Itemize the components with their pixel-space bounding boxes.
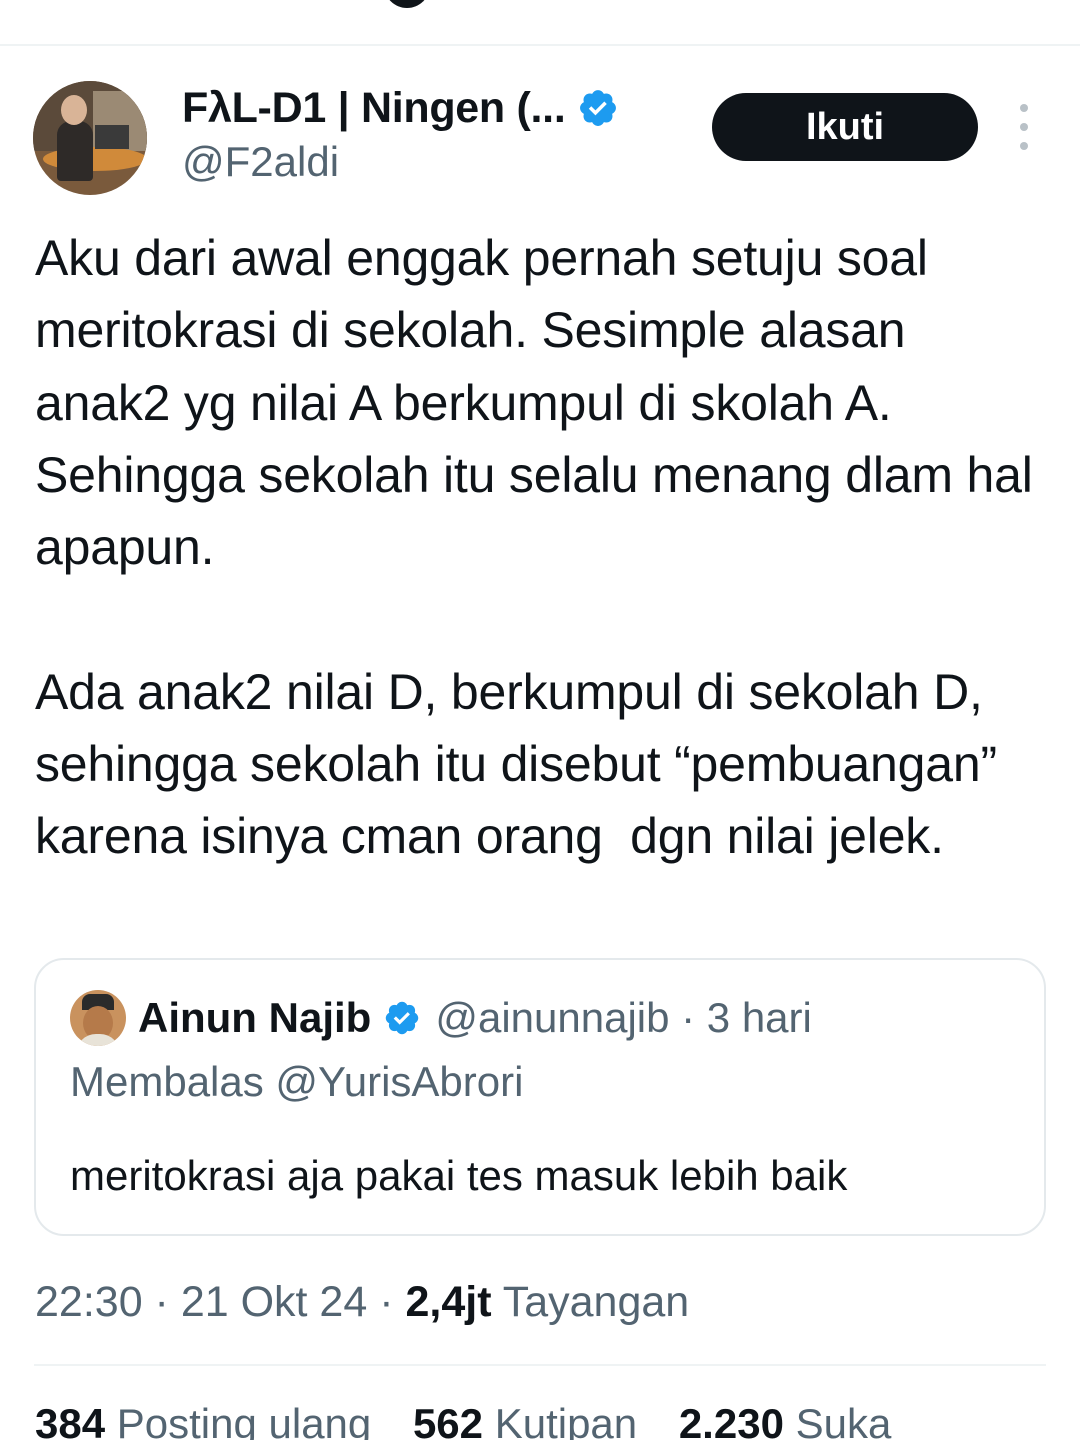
- quoted-author-name: Ainun Najib: [138, 994, 372, 1041]
- likes-label: Suka: [795, 1400, 892, 1440]
- quoted-reply-context: Membalas @YurisAbrori: [70, 1058, 524, 1105]
- follow-button[interactable]: Ikuti: [712, 93, 978, 161]
- quoted-tweet-card[interactable]: Ainun Najib @ainunnajib · 3 hari Membala…: [34, 958, 1046, 1236]
- tweet-meta: 22:30 · 21 Okt 24 · 2,4jt Tayangan: [35, 1278, 689, 1327]
- author-avatar[interactable]: [33, 81, 147, 195]
- reposts-stat[interactable]: 384 Posting ulang: [35, 1400, 371, 1440]
- header-divider: [0, 0, 1080, 46]
- tweet-author-row: FλL-D1 | Ningen (... @F2aldi Ikuti: [0, 78, 1080, 198]
- more-options-icon[interactable]: [1006, 104, 1042, 150]
- author-name-line[interactable]: FλL-D1 | Ningen (...: [182, 84, 619, 132]
- author-handle[interactable]: @F2aldi: [182, 138, 339, 186]
- quoted-tweet-header: Ainun Najib @ainunnajib · 3 hari: [70, 990, 812, 1046]
- quotes-count: 562: [412, 1400, 484, 1440]
- verified-badge-icon: [386, 1001, 419, 1035]
- quotes-label: Kutipan: [494, 1400, 638, 1440]
- quotes-stat[interactable]: 562 Kutipan: [413, 1400, 637, 1440]
- quoted-author-handle-time: @ainunnajib · 3 hari: [435, 994, 812, 1041]
- stats-divider: [34, 1364, 1046, 1366]
- tweet-time-date[interactable]: 22:30 · 21 Okt 24 ·: [35, 1278, 405, 1326]
- author-display-name[interactable]: FλL-D1 | Ningen (...: [182, 84, 566, 133]
- quoted-tweet-text: meritokrasi aja pakai tes masuk lebih ba…: [70, 1152, 848, 1199]
- views-count: 2,4jt: [405, 1278, 492, 1326]
- likes-count: 2.230: [678, 1400, 784, 1440]
- tweet-stats: 384 Posting ulang 562 Kutipan 2.230 Suka: [35, 1400, 921, 1440]
- reposts-label: Posting ulang: [116, 1400, 372, 1440]
- views-label: Tayangan: [502, 1278, 690, 1326]
- verified-badge-icon: [580, 90, 617, 126]
- reposts-count: 384: [35, 1400, 106, 1440]
- tweet-body-text: Aku dari awal enggak pernah setuju soal …: [35, 230, 1033, 865]
- quoted-author-avatar: [70, 990, 126, 1046]
- likes-stat[interactable]: 2.230 Suka: [679, 1400, 892, 1440]
- cut-off-header-text: [384, 0, 430, 8]
